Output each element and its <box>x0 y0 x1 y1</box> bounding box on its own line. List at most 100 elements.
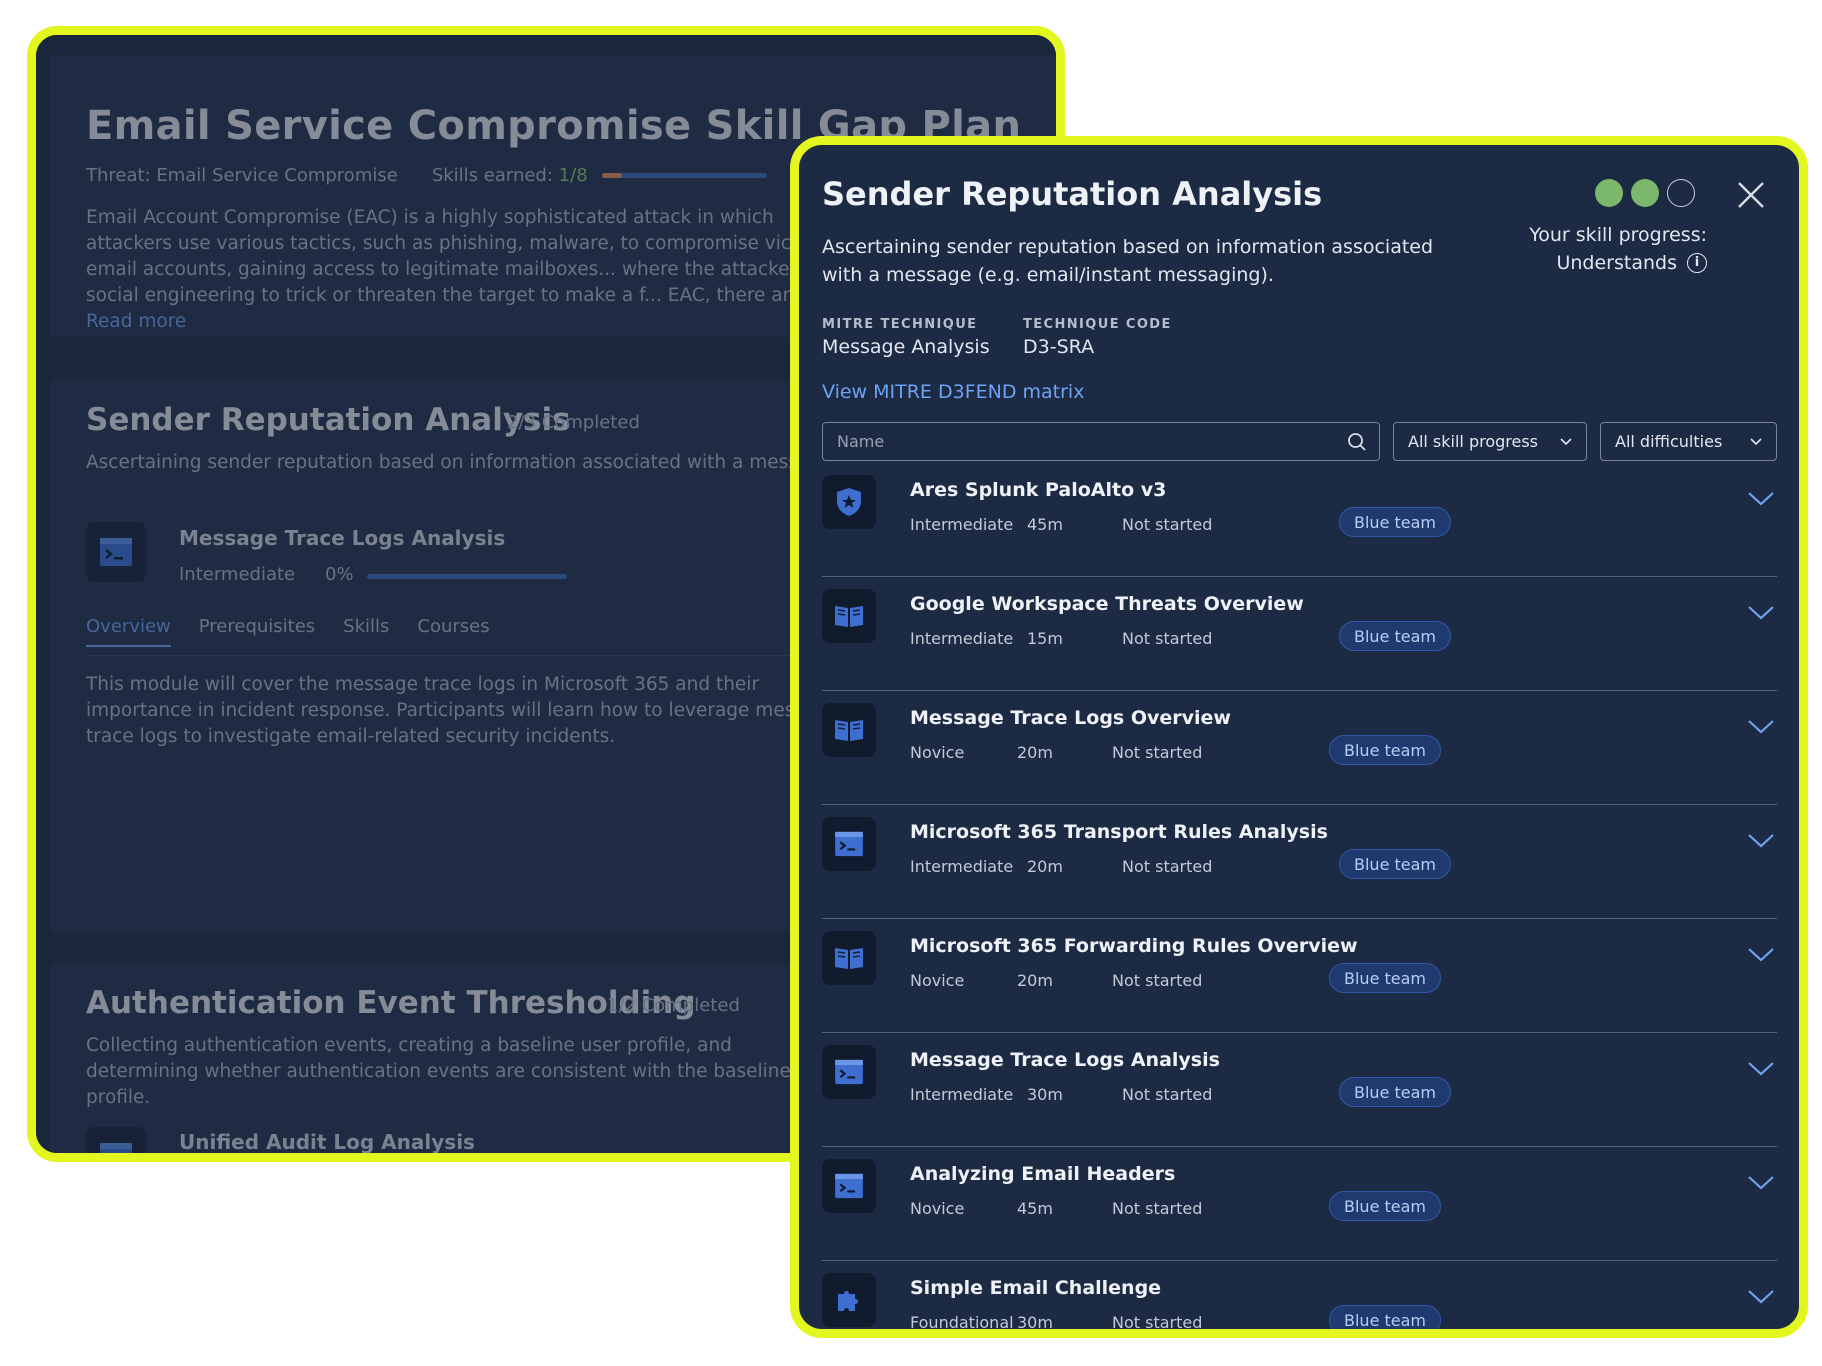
skills-earned-value: 1/8 <box>558 165 588 186</box>
mitre-d3fend-link[interactable]: View MITRE D3FEND matrix <box>822 381 1084 403</box>
expand-button[interactable] <box>1745 825 1777 857</box>
section-title: Authentication Event Thresholding <box>86 985 696 1021</box>
list-item-status: Not started <box>1112 743 1203 762</box>
skills-earned-progress-bar <box>601 173 767 178</box>
skill-progress-filter[interactable]: All skill progress <box>1393 422 1587 461</box>
team-badge: Blue team <box>1329 963 1441 993</box>
list-item[interactable]: Message Trace Logs Overview Novice 20m Not … <box>822 691 1777 805</box>
section-description: Collecting authentication events, creati… <box>86 1035 791 1108</box>
info-icon[interactable]: i <box>1687 253 1707 273</box>
module-percent: 0% <box>325 564 354 585</box>
skill-progress-heading: Your skill progress: <box>1529 224 1707 246</box>
list-item-duration: 45m <box>1027 515 1063 534</box>
terminal-icon <box>822 1159 876 1213</box>
chevron-down-icon <box>1750 437 1762 445</box>
expand-button[interactable] <box>1745 1281 1777 1313</box>
module-name: Message Trace Logs Analysis <box>179 526 506 550</box>
puzzle-icon <box>822 1273 876 1327</box>
list-item-level: Novice <box>910 1199 965 1218</box>
chevron-down-icon <box>1748 720 1774 734</box>
list-item-status: Not started <box>1112 1199 1203 1218</box>
list-item-level: Intermediate <box>910 1085 1014 1104</box>
section-completion: 1/2 Completed <box>607 995 740 1016</box>
list-item[interactable]: Microsoft 365 Transport Rules Analysis In… <box>822 805 1777 919</box>
difficulty-filter[interactable]: All difficulties <box>1600 422 1777 461</box>
section-title: Sender Reputation Analysis <box>86 402 571 438</box>
read-more-link[interactable]: Read more <box>86 311 186 332</box>
search-field[interactable] <box>822 422 1380 461</box>
terminal-icon <box>822 817 876 871</box>
list-item-title: Microsoft 365 Forwarding Rules Overview <box>910 935 1358 957</box>
tab-overview[interactable]: Overview <box>86 616 171 647</box>
skill-progress-dots <box>1595 179 1695 207</box>
module-name: Unified Audit Log Analysis <box>179 1130 475 1154</box>
terminal-icon <box>86 522 146 582</box>
terminal-icon <box>86 1127 146 1153</box>
skills-earned-label: Skills earned: <box>431 165 553 186</box>
close-icon <box>1738 182 1764 208</box>
chevron-down-icon <box>1748 1176 1774 1190</box>
list-item-duration: 30m <box>1027 1085 1063 1104</box>
list-item-title: Message Trace Logs Overview <box>910 707 1231 729</box>
list-item-status: Not started <box>1122 629 1213 648</box>
team-badge: Blue team <box>1339 507 1451 537</box>
team-badge: Blue team <box>1339 1077 1451 1107</box>
mitre-technique-label: MITRE TECHNIQUE <box>822 317 978 332</box>
expand-button[interactable] <box>1745 597 1777 629</box>
plan-description: Email Account Compromise (EAC) is a high… <box>86 207 846 332</box>
expand-button[interactable] <box>1745 1053 1777 1085</box>
close-button[interactable] <box>1733 177 1769 213</box>
search-icon <box>1348 432 1366 451</box>
chevron-down-icon <box>1560 437 1572 445</box>
book-icon <box>822 703 876 757</box>
list-item[interactable]: Ares Splunk PaloAlto v3 Intermediate 45m No… <box>822 463 1777 577</box>
terminal-icon <box>822 1045 876 1099</box>
panel-title: Sender Reputation Analysis <box>822 175 1323 213</box>
list-item-duration: 20m <box>1017 743 1053 762</box>
module-list: Ares Splunk PaloAlto v3 Intermediate 45m No… <box>822 463 1777 1332</box>
list-item-duration: 15m <box>1027 629 1063 648</box>
list-item-level: Intermediate <box>910 857 1014 876</box>
list-item-level: Intermediate <box>910 629 1014 648</box>
expand-button[interactable] <box>1745 1167 1777 1199</box>
skill-dot-filled <box>1595 179 1623 207</box>
team-badge: Blue team <box>1329 1191 1441 1221</box>
list-item-level: Foundational <box>910 1313 1014 1332</box>
list-item[interactable]: Simple Email Challenge Foundational 30m Not… <box>822 1261 1777 1332</box>
skill-dot-empty <box>1667 179 1695 207</box>
search-input[interactable] <box>835 431 1347 452</box>
module-progress-bar <box>367 574 567 579</box>
panel-description: Ascertaining sender reputation based on … <box>822 236 1434 286</box>
threat-label: Threat: Email Service Compromise <box>86 165 398 186</box>
list-item-title: Analyzing Email Headers <box>910 1163 1176 1185</box>
chevron-down-icon <box>1748 948 1774 962</box>
team-badge: Blue team <box>1339 849 1451 879</box>
skill-progress-filter-value: All skill progress <box>1408 432 1539 451</box>
expand-button[interactable] <box>1745 939 1777 971</box>
expand-button[interactable] <box>1745 483 1777 515</box>
list-item-level: Novice <box>910 971 965 990</box>
module-overview-text: This module will cover the message trace… <box>86 674 839 747</box>
tab-prerequisites[interactable]: Prerequisites <box>199 616 315 647</box>
plan-meta: Threat: Email Service Compromise Skills … <box>86 165 767 186</box>
list-item-status: Not started <box>1112 971 1203 990</box>
list-item[interactable]: Google Workspace Threats Overview Interme… <box>822 577 1777 691</box>
list-item-title: Simple Email Challenge <box>910 1277 1162 1299</box>
book-icon <box>822 931 876 985</box>
tab-courses[interactable]: Courses <box>417 616 489 647</box>
list-item-title: Google Workspace Threats Overview <box>910 593 1304 615</box>
skills-earned-progress-fill <box>601 173 623 178</box>
skill-dot-filled <box>1631 179 1659 207</box>
tab-skills[interactable]: Skills <box>343 616 389 647</box>
skill-detail-panel: Sender Reputation Analysis Ascertaining … <box>790 136 1808 1338</box>
list-item[interactable]: Message Trace Logs Analysis Intermediate 3… <box>822 1033 1777 1147</box>
list-item[interactable]: Microsoft 365 Forwarding Rules Overview N… <box>822 919 1777 1033</box>
expand-button[interactable] <box>1745 711 1777 743</box>
list-item-duration: 20m <box>1017 971 1053 990</box>
chevron-down-icon <box>1748 1290 1774 1304</box>
shield-star-icon <box>822 475 876 529</box>
difficulty-filter-value: All difficulties <box>1615 432 1723 451</box>
list-item-status: Not started <box>1122 1085 1213 1104</box>
list-item[interactable]: Analyzing Email Headers Novice 45m Not star… <box>822 1147 1777 1261</box>
list-item-status: Not started <box>1122 857 1213 876</box>
